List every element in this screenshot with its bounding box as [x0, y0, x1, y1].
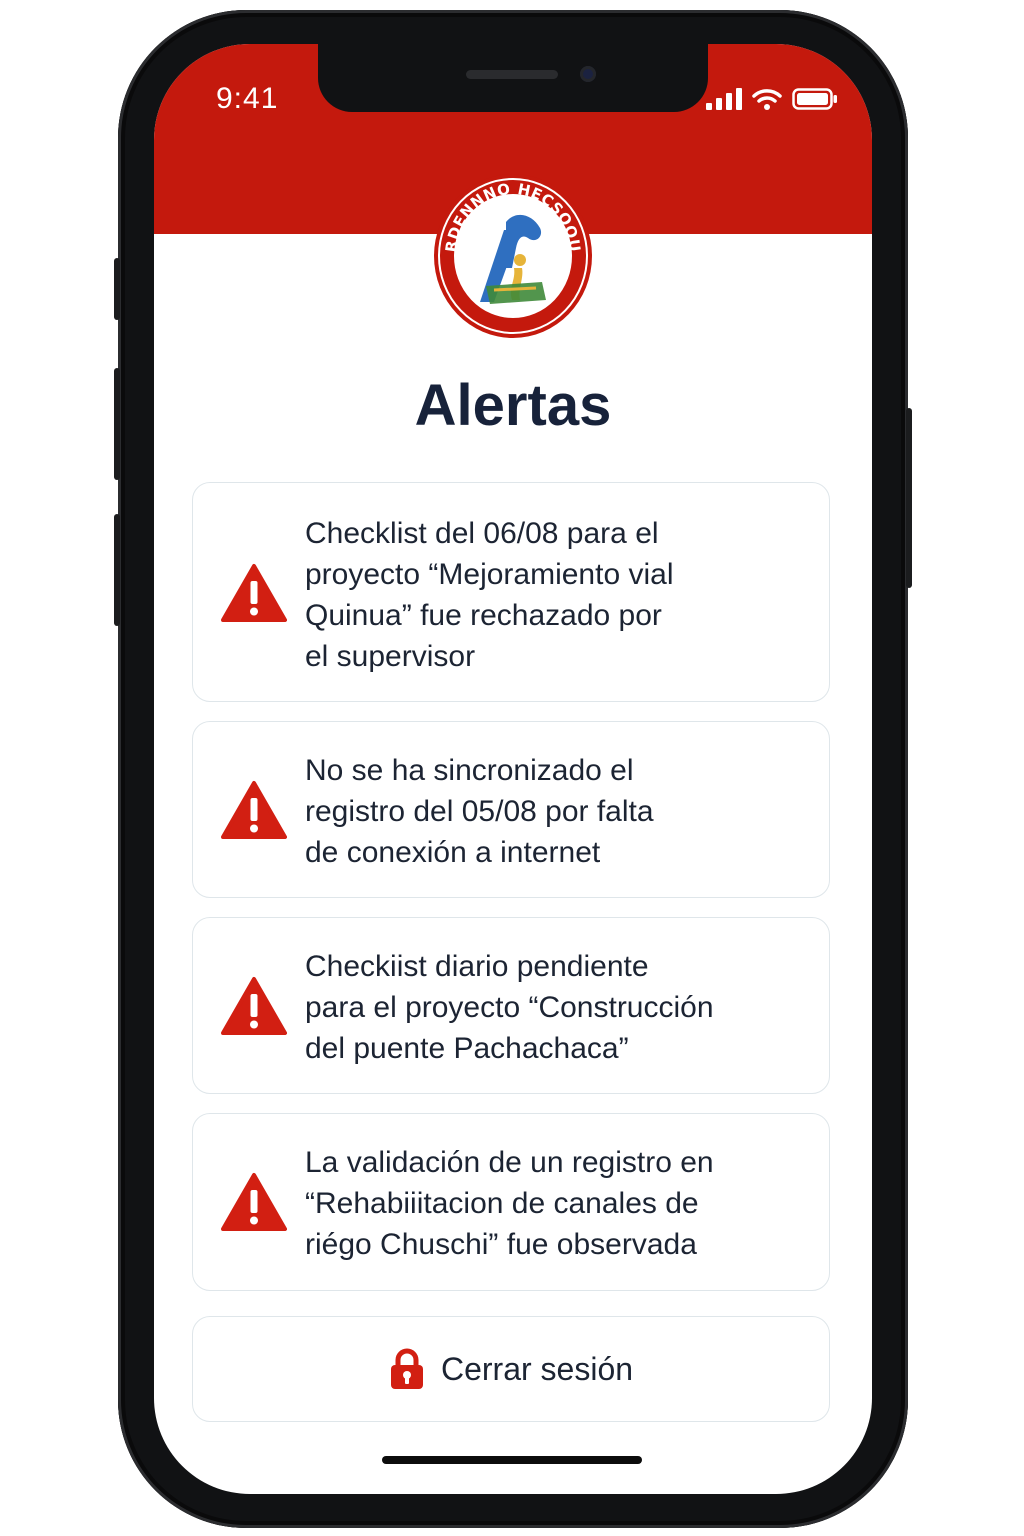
alert-line: proyecto “Mejoramiento vial	[305, 558, 674, 591]
warning-icon	[221, 1173, 287, 1231]
phone-frame: 9:41 RDENNNO HECSOOU PUSCUCNN Alertas Ch…	[114, 10, 912, 1528]
alert-card[interactable]: No se ha sincronizado el registro del 05…	[192, 721, 830, 898]
alert-message: No se ha sincronizado el registro del 05…	[305, 750, 785, 873]
status-time: 9:41	[216, 82, 279, 115]
alert-line: de conexión a internet	[305, 836, 601, 869]
lock-icon	[390, 1348, 423, 1389]
alert-line: “Rehabiiitacion de canales de	[305, 1187, 699, 1220]
alert-line: el supervisor	[305, 640, 476, 673]
notch	[318, 44, 708, 112]
alert-line: Checkiist diario pendiente	[305, 950, 649, 983]
action-button	[114, 258, 120, 320]
alert-message: La validación de un registro en “Rehabii…	[305, 1142, 785, 1265]
status-icons	[706, 88, 838, 110]
alert-line: del puente Pachachaca”	[305, 1032, 629, 1065]
alert-line: No se ha sincronizado el	[305, 754, 634, 787]
volume-down-button	[114, 514, 120, 626]
battery-icon	[792, 88, 837, 110]
alert-card[interactable]: Checkiist diario pendiente para el proye…	[192, 917, 830, 1094]
alert-line: Quinua” fue rechazado por	[305, 599, 662, 632]
page-title: Alertas	[414, 373, 612, 438]
signal-icon	[706, 88, 742, 110]
warning-icon	[221, 781, 287, 839]
speaker-grille	[466, 70, 558, 79]
alert-line: La validación de un registro en	[305, 1146, 714, 1179]
home-indicator[interactable]	[382, 1456, 642, 1464]
alert-card[interactable]: La validación de un registro en “Rehabii…	[192, 1113, 830, 1291]
alert-line: registro del 05/08 por falta	[305, 795, 654, 828]
alert-line: Checklist del 06/08 para el	[305, 517, 659, 550]
alert-message: Checkiist diario pendiente para el proye…	[305, 946, 785, 1069]
logout-button[interactable]: Cerrar sesión	[192, 1316, 830, 1422]
warning-icon	[221, 977, 287, 1035]
volume-up-button	[114, 368, 120, 480]
screen: 9:41 RDENNNO HECSOOU PUSCUCNN Alertas Ch…	[154, 44, 872, 1494]
power-button	[906, 408, 912, 588]
front-camera	[580, 66, 596, 82]
logout-label: Cerrar sesión	[440, 1350, 634, 1387]
warning-icon	[221, 564, 287, 622]
organization-logo: RDENNNO HECSOOU PUSCUCNN	[434, 174, 592, 338]
wifi-icon	[752, 89, 782, 110]
alert-card[interactable]: Checklist del 06/08 para el proyecto “Me…	[192, 482, 830, 702]
alert-line: para el proyecto “Construcción	[305, 991, 714, 1024]
alert-line: riégo Chuschi” fue observada	[305, 1228, 697, 1261]
alert-message: Checklist del 06/08 para el proyecto “Me…	[305, 513, 785, 677]
